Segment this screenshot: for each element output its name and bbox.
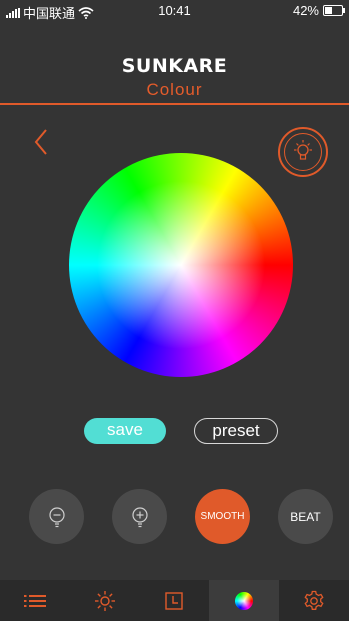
tab-bar xyxy=(0,580,349,621)
gear-icon xyxy=(304,590,324,610)
preset-button[interactable]: preset xyxy=(194,418,278,444)
timer-icon xyxy=(165,591,184,610)
sun-icon xyxy=(94,590,115,611)
color-icon xyxy=(235,591,254,610)
bulb-icon xyxy=(294,140,312,160)
light-toggle-inner xyxy=(284,133,322,171)
status-bar: 中国联通 10:41 42% xyxy=(0,0,349,22)
tab-brightness[interactable] xyxy=(70,580,140,621)
battery-icon xyxy=(323,5,345,16)
list-icon xyxy=(23,594,46,607)
dim-bulb-icon xyxy=(48,506,65,527)
save-button[interactable]: save xyxy=(84,418,166,444)
brightness-up-button[interactable] xyxy=(112,489,167,544)
page-title: Colour xyxy=(146,80,203,99)
color-wheel[interactable] xyxy=(69,153,293,377)
tab-colour[interactable] xyxy=(209,580,280,621)
light-toggle-button[interactable] xyxy=(278,127,328,177)
bright-bulb-icon xyxy=(131,506,148,527)
smooth-mode-button[interactable]: SMOOTH xyxy=(195,489,250,544)
battery-fill xyxy=(325,7,332,14)
header-divider xyxy=(0,103,349,105)
tab-settings[interactable] xyxy=(279,580,349,621)
tab-timer[interactable] xyxy=(140,580,210,621)
brand-title: SUNKARE xyxy=(121,55,228,77)
back-chevron-icon xyxy=(34,129,47,155)
tab-list[interactable] xyxy=(0,580,70,621)
back-button[interactable] xyxy=(30,127,54,157)
battery-percent: 42% xyxy=(292,3,319,18)
status-right: 42% xyxy=(292,3,345,18)
beat-mode-button[interactable]: BEAT xyxy=(278,489,333,544)
brightness-down-button[interactable] xyxy=(29,489,84,544)
